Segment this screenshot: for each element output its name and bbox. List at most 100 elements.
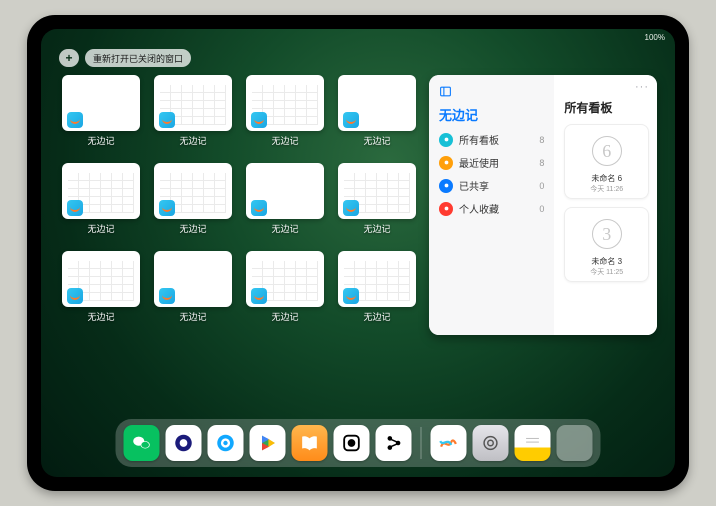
window-label: 无边记: [271, 310, 298, 323]
status-bar: 100%: [41, 29, 675, 45]
freeform-spotlight-panel: 无边记 所有看板 8 最近使用 8 已共享 0 个人收藏 0 ··· 所有看板 6未命名 6今…: [429, 75, 657, 335]
window-thumbnail[interactable]: 无边记: [335, 163, 419, 245]
window-label: 无边记: [179, 222, 206, 235]
more-options-button[interactable]: ···: [635, 81, 649, 93]
dock-app-quark[interactable]: [166, 425, 202, 461]
freeform-app-icon: [251, 288, 267, 304]
window-label: 无边记: [363, 310, 390, 323]
freeform-app-icon: [343, 112, 359, 128]
window-preview: [338, 251, 416, 307]
window-label: 无边记: [87, 222, 114, 235]
dock-app-bt[interactable]: [376, 425, 412, 461]
dock-separator: [421, 427, 422, 459]
window-thumbnail[interactable]: 无边记: [335, 251, 419, 333]
category-count: 8: [539, 158, 544, 168]
window-label: 无边记: [363, 134, 390, 147]
boards-title: 所有看板: [564, 99, 649, 116]
dock-app-play[interactable]: [250, 425, 286, 461]
window-preview: [338, 75, 416, 131]
dock-app-wechat[interactable]: [124, 425, 160, 461]
screen: 100% + 重新打开已关闭的窗口 无边记无边记无边记无边记无边记无边记无边记无…: [41, 29, 675, 477]
dock-app-freeform[interactable]: [431, 425, 467, 461]
category-icon: [439, 156, 453, 170]
freeform-app-icon: [159, 112, 175, 128]
freeform-app-icon: [343, 288, 359, 304]
window-preview: [246, 251, 324, 307]
window-preview: [154, 75, 232, 131]
window-label: 无边记: [179, 134, 206, 147]
category-icon: [439, 133, 453, 147]
add-window-button[interactable]: +: [59, 49, 79, 67]
ipad-body: 100% + 重新打开已关闭的窗口 无边记无边记无边记无边记无边记无边记无边记无…: [27, 15, 689, 491]
dock-app-settings[interactable]: [473, 425, 509, 461]
window-preview: [246, 163, 324, 219]
window-thumbnail[interactable]: 无边记: [59, 251, 143, 333]
window-preview: [62, 163, 140, 219]
stage-manager-toolbar: + 重新打开已关闭的窗口: [59, 49, 191, 67]
window-thumbnail[interactable]: 无边记: [243, 75, 327, 157]
freeform-app-icon: [251, 200, 267, 216]
window-preview: [246, 75, 324, 131]
window-preview: [62, 251, 140, 307]
board-card[interactable]: 3未命名 3今天 11:25: [564, 207, 649, 282]
window-preview: [154, 251, 232, 307]
window-label: 无边记: [87, 134, 114, 147]
window-thumbnail[interactable]: 无边记: [59, 75, 143, 157]
window-label: 无边记: [87, 310, 114, 323]
window-label: 无边记: [271, 134, 298, 147]
board-thumbnail: 6: [569, 129, 644, 173]
device-frame: 100% + 重新打开已关闭的窗口 无边记无边记无边记无边记无边记无边记无边记无…: [0, 0, 716, 506]
category-icon: [439, 179, 453, 193]
window-thumbnail[interactable]: 无边记: [243, 163, 327, 245]
window-thumbnail[interactable]: 无边记: [151, 75, 235, 157]
main-content: 无边记无边记无边记无边记无边记无边记无边记无边记无边记无边记无边记无边记 无边记…: [59, 75, 657, 415]
window-preview: [338, 163, 416, 219]
category-label: 所有看板: [459, 132, 499, 147]
window-label: 无边记: [179, 310, 206, 323]
category-count: 0: [539, 181, 544, 191]
sidebar-toggle-icon[interactable]: [439, 85, 544, 101]
board-card[interactable]: 6未命名 6今天 11:26: [564, 124, 649, 199]
category-count: 0: [539, 204, 544, 214]
window-thumbnail[interactable]: 无边记: [59, 163, 143, 245]
window-thumbnail[interactable]: 无边记: [151, 251, 235, 333]
board-thumbnail: 3: [569, 212, 644, 256]
window-thumbnail[interactable]: 无边记: [151, 163, 235, 245]
window-thumbnail[interactable]: 无边记: [243, 251, 327, 333]
freeform-app-icon: [67, 112, 83, 128]
freeform-app-icon: [159, 288, 175, 304]
category-icon: [439, 202, 453, 216]
panel-title: 无边记: [439, 105, 544, 124]
board-meta: 未命名 6今天 11:26: [569, 173, 644, 194]
window-switcher-grid: 无边记无边记无边记无边记无边记无边记无边记无边记无边记无边记无边记无边记: [59, 75, 419, 415]
category-label: 最近使用: [459, 155, 499, 170]
dock-app-folder[interactable]: [557, 425, 593, 461]
dock-app-dice[interactable]: [334, 425, 370, 461]
category-label: 已共享: [459, 178, 489, 193]
category-count: 8: [539, 135, 544, 145]
freeform-app-icon: [67, 200, 83, 216]
board-meta: 未命名 3今天 11:25: [569, 256, 644, 277]
dock-app-notes[interactable]: [515, 425, 551, 461]
panel-boards: ··· 所有看板 6未命名 6今天 11:26 3未命名 3今天 11:25: [554, 75, 657, 335]
sidebar-category[interactable]: 所有看板 8: [439, 132, 544, 147]
panel-sidebar: 无边记 所有看板 8 最近使用 8 已共享 0 个人收藏 0: [429, 75, 554, 335]
freeform-app-icon: [343, 200, 359, 216]
dock-app-qqbrowser[interactable]: [208, 425, 244, 461]
sidebar-category[interactable]: 个人收藏 0: [439, 201, 544, 216]
sidebar-category[interactable]: 最近使用 8: [439, 155, 544, 170]
freeform-app-icon: [251, 112, 267, 128]
window-thumbnail[interactable]: 无边记: [335, 75, 419, 157]
window-preview: [62, 75, 140, 131]
window-label: 无边记: [271, 222, 298, 235]
freeform-app-icon: [67, 288, 83, 304]
sidebar-category[interactable]: 已共享 0: [439, 178, 544, 193]
dock: [116, 419, 601, 467]
window-label: 无边记: [363, 222, 390, 235]
window-preview: [154, 163, 232, 219]
dock-app-books[interactable]: [292, 425, 328, 461]
battery-label: 100%: [645, 33, 665, 42]
reopen-closed-window-button[interactable]: 重新打开已关闭的窗口: [85, 49, 191, 67]
freeform-app-icon: [159, 200, 175, 216]
category-label: 个人收藏: [459, 201, 499, 216]
